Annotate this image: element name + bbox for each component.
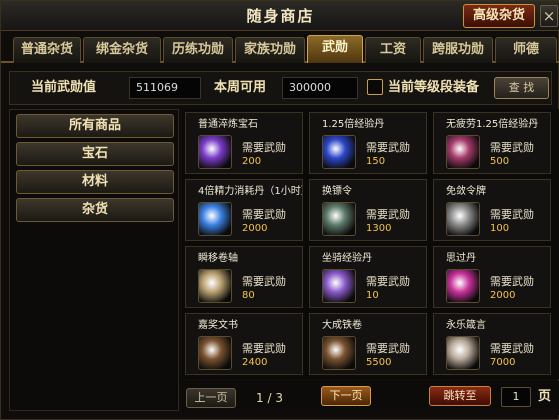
category-button-3[interactable]: 材料 <box>16 170 174 194</box>
item-name: 瞬移卷轴 <box>198 253 238 264</box>
price-label: 需要武勋 <box>366 275 410 288</box>
price-label: 需要武勋 <box>490 141 534 154</box>
weekly-available-label: 本周可用 <box>214 80 267 95</box>
motto-scroll-icon[interactable] <box>446 336 480 370</box>
mount-exp-potion-icon[interactable] <box>322 269 356 303</box>
repent-pill-icon[interactable] <box>446 269 480 303</box>
energy-pill-icon[interactable] <box>198 202 232 236</box>
price-label: 需要武勋 <box>366 208 410 221</box>
item-name: 坐骑经验丹 <box>322 253 372 264</box>
level-filter-label: 当前等级段装备 <box>388 80 480 95</box>
price-label: 需要武勋 <box>366 342 410 355</box>
item-name: 嘉奖文书 <box>198 320 238 331</box>
search-button[interactable]: 查 找 <box>494 77 549 99</box>
price-label: 需要武勋 <box>366 141 410 154</box>
tab-7[interactable]: 跨服功勋 <box>423 37 493 63</box>
price-label: 需要武勋 <box>490 342 534 355</box>
level-filter-checkbox[interactable] <box>367 79 383 95</box>
price-label: 需要武勋 <box>242 141 286 154</box>
category-button-1[interactable]: 所有商品 <box>16 114 174 138</box>
item-price: 500 <box>490 156 510 167</box>
item-name: 免敛令牌 <box>446 186 486 197</box>
item-name: 大成铁卷 <box>322 320 362 331</box>
item-card[interactable]: 思过丹需要武勋 2000 <box>433 246 551 308</box>
tab-8[interactable]: 师德 <box>495 37 557 63</box>
item-price: 5500 <box>366 357 392 368</box>
item-card[interactable]: 永乐箴言 需要武勋 7000 <box>433 313 551 375</box>
item-price: 100 <box>490 223 510 234</box>
item-price: 80 <box>242 290 255 301</box>
item-price: 150 <box>366 156 386 167</box>
current-merit-label: 当前武勋值 <box>31 80 97 95</box>
item-card[interactable]: 免敛令牌 需要武勋 100 <box>433 179 551 241</box>
close-button[interactable]: × <box>540 5 558 27</box>
tab-6[interactable]: 工资 <box>365 37 421 63</box>
item-price: 1300 <box>366 223 392 234</box>
price-label: 需要武勋 <box>242 208 286 221</box>
item-card[interactable]: 瞬移卷轴 需要武勋 80 <box>185 246 303 308</box>
close-icon: × <box>542 7 556 25</box>
current-merit-value: 511069 <box>129 77 201 99</box>
item-card[interactable]: 大成铁卷 需要武勋 5500 <box>309 313 427 375</box>
price-label: 需要武勋 <box>490 275 534 288</box>
item-card[interactable]: 4倍精力消耗丹（1小时） 需要武勋 2000 <box>185 179 303 241</box>
page-indicator: 1 / 3 <box>256 389 283 407</box>
item-card[interactable]: 1.25倍经验丹需要武勋 150 <box>309 112 427 174</box>
item-card[interactable]: 换镖令需要武勋 1300 <box>309 179 427 241</box>
category-button-4[interactable]: 杂货 <box>16 198 174 222</box>
category-button-2[interactable]: 宝石 <box>16 142 174 166</box>
exp-orb-red-icon[interactable] <box>446 135 480 169</box>
item-name: 1.25倍经验丹 <box>322 119 385 130</box>
jump-to-button[interactable]: 跳转至 <box>429 386 491 406</box>
item-name: 4倍精力消耗丹（1小时） <box>198 186 302 197</box>
item-card[interactable]: 嘉奖文书 需要武勋 2400 <box>185 313 303 375</box>
item-card[interactable]: 无疲劳1.25倍经验丹需要武勋 500 <box>433 112 551 174</box>
price-label: 需要武勋 <box>490 208 534 221</box>
item-price: 200 <box>242 156 262 167</box>
item-price: 2400 <box>242 357 268 368</box>
tab-4[interactable]: 家族功勋 <box>235 37 305 63</box>
iron-scroll-icon[interactable] <box>322 336 356 370</box>
item-card[interactable]: 普通淬炼宝石需要武勋 200 <box>185 112 303 174</box>
next-page-button[interactable]: 下一页 <box>321 386 371 406</box>
tab-2[interactable]: 绑金杂货 <box>83 37 161 63</box>
shop-window: 随身商店 高级杂货 × 普通杂货 绑金杂货 历练功勋 家族功勋 武勋 工资 跨服功勋 师德 当… <box>0 0 559 420</box>
weekly-available-value: 300000 <box>282 77 358 99</box>
title-bar[interactable]: 随身商店 高级杂货 × <box>1 1 559 31</box>
tab-5[interactable]: 武勋 <box>307 35 363 63</box>
tab-bar: 普通杂货 绑金杂货 历练功勋 家族功勋 武勋 工资 跨服功勋 师德 <box>1 35 559 63</box>
item-name: 思过丹 <box>446 253 476 264</box>
item-price: 2000 <box>490 290 516 301</box>
page-separator: / <box>267 391 272 405</box>
price-label: 需要武勋 <box>242 275 286 288</box>
current-page: 1 <box>256 391 264 405</box>
pagination-bar: 上一页 1 / 3 下一页 跳转至 1 页 <box>182 381 559 415</box>
price-label: 需要武勋 <box>242 342 286 355</box>
item-name: 普通淬炼宝石 <box>198 119 258 130</box>
item-price: 7000 <box>490 357 516 368</box>
item-name: 无疲劳1.25倍经验丹 <box>446 119 539 130</box>
tab-1[interactable]: 普通杂货 <box>13 37 81 63</box>
item-grid: 普通淬炼宝石需要武勋 200 1.25倍经验丹需要武勋 150 无疲劳1.25倍经验丹需… <box>182 109 559 379</box>
page-number-input[interactable]: 1 <box>501 387 531 407</box>
exempt-token-icon[interactable] <box>446 202 480 236</box>
item-price: 10 <box>366 290 379 301</box>
gem-purple-icon[interactable] <box>198 135 232 169</box>
item-name: 换镖令 <box>322 186 352 197</box>
teleport-scroll-icon[interactable] <box>198 269 232 303</box>
award-document-icon[interactable] <box>198 336 232 370</box>
category-panel: 所有商品宝石材料杂货 <box>9 109 179 411</box>
total-pages: 3 <box>275 391 283 405</box>
advanced-goods-button[interactable]: 高级杂货 <box>463 4 535 28</box>
page-suffix-label: 页 <box>538 389 552 404</box>
item-name: 永乐箴言 <box>446 320 486 331</box>
item-card[interactable]: 坐骑经验丹需要武勋 10 <box>309 246 427 308</box>
item-price: 2000 <box>242 223 268 234</box>
exp-orb-blue-icon[interactable] <box>322 135 356 169</box>
escort-token-icon[interactable] <box>322 202 356 236</box>
prev-page-button[interactable]: 上一页 <box>186 388 236 408</box>
tab-3[interactable]: 历练功勋 <box>163 37 233 63</box>
